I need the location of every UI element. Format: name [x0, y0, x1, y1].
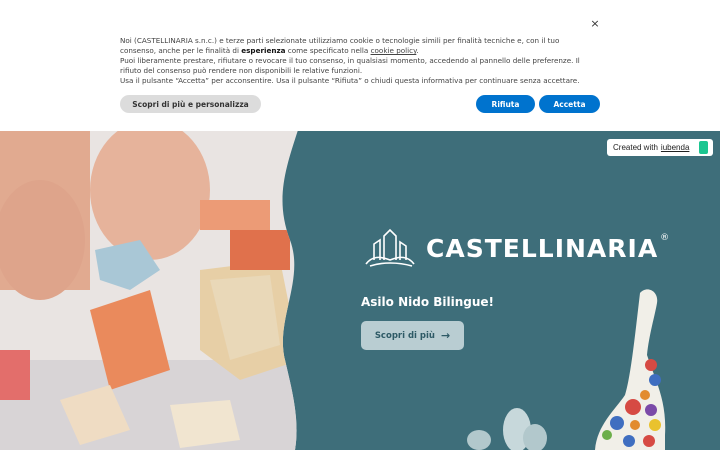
cookie-notice-text: Noi (CASTELLINARIA s.n.c.) e terze parti… — [120, 36, 580, 86]
hero-tagline: Asilo Nido Bilingue! — [361, 295, 495, 309]
cookie-policy-link[interactable]: cookie policy — [371, 46, 417, 55]
iubenda-badge-prefix: Created with — [613, 143, 658, 152]
cookie-text-line: Usa il pulsante “Accetta” per acconsenti… — [120, 76, 580, 85]
cookie-text-span: come specificato nella — [285, 46, 371, 55]
iubenda-link[interactable]: iubenda — [661, 143, 689, 152]
cookie-banner: × Noi (CASTELLINARIA s.n.c.) e terze par… — [0, 0, 720, 131]
plants-illustration — [467, 408, 547, 450]
cookie-text-line: consenso, anche per le finalità di esper… — [120, 46, 580, 56]
cookie-text-line: Noi (CASTELLINARIA s.n.c.) e terze parti… — [120, 36, 560, 45]
brand-logo[interactable]: CASTELLINARIA ® — [362, 226, 669, 270]
giraffe-illustration — [595, 289, 666, 450]
cookie-text-line: Puoi liberamente prestare, rifiutare o r… — [120, 56, 580, 65]
cookie-text-line: rifiuto del consenso può rendere non dis… — [120, 66, 363, 75]
hero-photo — [0, 130, 330, 450]
accept-button[interactable]: Accetta — [539, 95, 600, 113]
cookie-text-bold: esperienza — [241, 46, 286, 55]
iubenda-logo-icon — [699, 141, 708, 154]
close-icon[interactable]: × — [588, 17, 602, 31]
discover-more-button[interactable]: Scopri di più → — [361, 321, 464, 350]
castle-icon — [365, 228, 415, 267]
iubenda-badge[interactable]: Created with iubenda — [607, 139, 713, 156]
registered-mark: ® — [660, 233, 670, 243]
cookie-text-span: . — [416, 46, 419, 55]
arrow-right-icon: → — [440, 329, 451, 342]
discover-more-label: Scopri di più — [374, 330, 435, 341]
reject-button[interactable]: Rifiuta — [476, 95, 535, 113]
customize-button[interactable]: Scopri di più e personalizza — [120, 95, 261, 113]
brand-name: CASTELLINARIA — [426, 233, 659, 263]
cookie-text-span: consenso, anche per le finalità di — [120, 46, 242, 55]
